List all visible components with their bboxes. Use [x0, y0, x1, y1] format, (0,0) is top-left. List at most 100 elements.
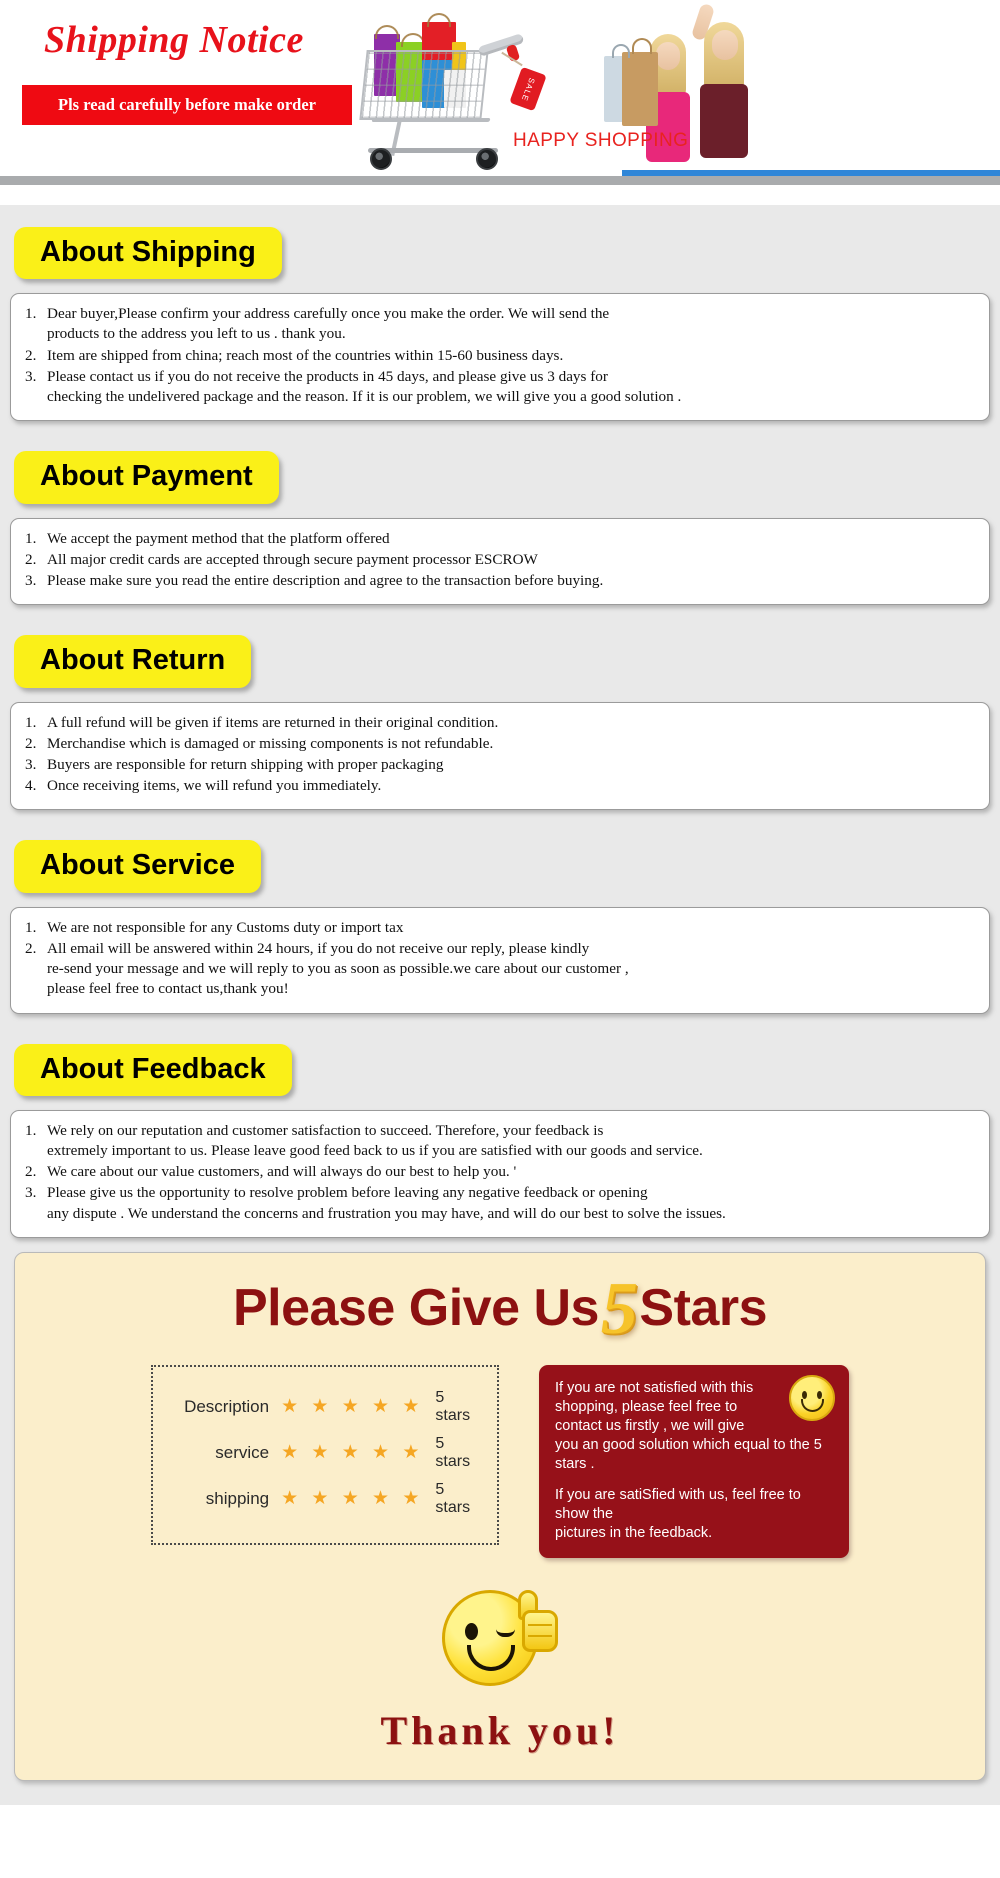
section-about-return: About Return 1. A full refund will be giv… — [0, 613, 1000, 811]
list-item: 2. We care about our value customers, and… — [25, 1162, 975, 1182]
list-number: 1. — [25, 713, 37, 731]
list-item: 2. All email will be answered within 24 h… — [25, 939, 975, 1000]
cart-wheel-right — [476, 148, 498, 170]
list-text: Please contact us if you do not receive … — [47, 367, 682, 406]
list-text: We accept the payment method that the pl… — [47, 529, 390, 547]
list-item: 2. All major credit cards are accepted th… — [25, 550, 975, 570]
list-number: 2. — [25, 550, 37, 568]
list-text: Buyers are responsible for return shippi… — [47, 755, 444, 773]
gray-divider-bar — [0, 176, 1000, 185]
sale-tag-icon: SALE — [509, 66, 547, 112]
cart-wheel-left — [370, 148, 392, 170]
list-number: 3. — [25, 367, 37, 385]
cart-basket — [359, 50, 489, 120]
shipping-notice-page: Shipping Notice Pls read carefully befor… — [0, 0, 1000, 1805]
list-text: Dear buyer,Please confirm your address c… — [47, 305, 610, 343]
list-text: Please give us the opportunity to resolv… — [47, 1184, 726, 1222]
rating-row-shipping: shipping ★ ★ ★ ★ ★ 5 stars — [171, 1481, 479, 1517]
list-number: 2. — [25, 346, 37, 364]
ratings-and-notice-row: Description ★ ★ ★ ★ ★ 5 stars service ★ … — [15, 1364, 985, 1558]
card-about-shipping: 1. Dear buyer,Please confirm your address… — [10, 293, 990, 422]
list-item: 3. Please make sure you read the entire d… — [25, 571, 975, 591]
heading-about-feedback: About Feedback — [14, 1043, 292, 1096]
list-text: We are not responsible for any Customs d… — [47, 918, 404, 936]
heading-about-payment: About Payment — [14, 451, 279, 504]
shopping-cart-icon: SALE — [359, 8, 560, 178]
list-text: We rely on our reputation and customer s… — [47, 1121, 703, 1159]
list-item: 1. We are not responsible for any Customs… — [25, 918, 975, 938]
paper-bag-blue-handle — [612, 44, 630, 58]
section-about-shipping: About Shipping 1. Dear buyer,Please confi… — [0, 205, 1000, 422]
list-item: 2. Item are shipped from china; reach mos… — [25, 346, 975, 366]
star-rating-icon: ★ ★ ★ ★ ★ — [281, 1442, 424, 1464]
list-item: 1. Dear buyer,Please confirm your address… — [25, 304, 975, 344]
card-about-return: 1. A full refund will be given if items a… — [10, 701, 990, 811]
list-about-payment: 1. We accept the payment method that the … — [25, 529, 975, 592]
star-rating-icon: ★ ★ ★ ★ ★ — [281, 1488, 424, 1510]
list-text: Item are shipped from china; reach most … — [47, 346, 564, 364]
list-about-feedback: 1. We rely on our reputation and customer… — [25, 1121, 975, 1224]
list-number: 2. — [25, 939, 37, 957]
list-number: 1. — [25, 918, 37, 936]
list-item: 1. We rely on our reputation and customer… — [25, 1121, 975, 1161]
rating-value: 5 stars — [435, 1388, 471, 1424]
section-about-feedback: About Feedback 1. We rely on our reputati… — [0, 1022, 1000, 1238]
list-item: 2. Merchandise which is damaged or missin… — [25, 734, 975, 754]
list-number: 1. — [25, 305, 37, 323]
rating-label: service — [215, 1442, 270, 1462]
list-item: 3. Please give us the opportunity to reso… — [25, 1183, 975, 1223]
satisfaction-notice-box: If you are not satisfied with this shopp… — [539, 1364, 849, 1558]
paper-bag-brown — [622, 52, 658, 126]
headline-before-text: Please Give Us — [233, 1278, 599, 1337]
list-number: 2. — [25, 1163, 37, 1181]
thank-you-block: Thank you! — [15, 1584, 985, 1754]
list-number: 3. — [25, 755, 37, 773]
cart-frame — [371, 118, 491, 122]
smiley-face-icon — [789, 1374, 835, 1421]
shopper-face-right — [712, 30, 738, 60]
list-text: All email will be answered within 24 hou… — [47, 939, 629, 998]
happy-shopping-label: HAPPY SHOPPING — [513, 130, 689, 151]
sale-tag-label: SALE — [519, 75, 537, 103]
notice-paragraph-2: If you are satiSfied with us, feel free … — [555, 1487, 801, 1542]
list-item: 4. Once receiving items, we will refund y… — [25, 776, 975, 796]
list-about-service: 1. We are not responsible for any Customs… — [25, 918, 975, 1000]
list-item: 1. A full refund will be given if items a… — [25, 713, 975, 733]
thumbs-up-hand-icon — [516, 1589, 562, 1652]
headline-after-text: Stars — [639, 1278, 767, 1337]
list-number: 1. — [25, 529, 37, 547]
ratings-box: Description ★ ★ ★ ★ ★ 5 stars service ★ … — [151, 1364, 499, 1545]
section-about-payment: About Payment 1. We accept the payment me… — [0, 429, 1000, 606]
five-stars-panel: Please Give Us5Stars Description ★ ★ ★ ★… — [14, 1251, 986, 1781]
list-about-return: 1. A full refund will be given if items a… — [25, 713, 975, 797]
shopper-face-left — [656, 42, 680, 70]
list-item: 1. We accept the payment method that the … — [25, 529, 975, 549]
headline-number-five: 5 — [600, 1267, 638, 1350]
thank-you-text: Thank you! — [380, 1707, 620, 1753]
page-title: Shipping Notice — [44, 19, 304, 61]
list-item: 3. Please contact us if you do not receiv… — [25, 367, 975, 407]
list-number: 2. — [25, 734, 37, 752]
list-text: Once receiving items, we will refund you… — [47, 777, 382, 795]
rating-value: 5 stars — [435, 1434, 471, 1470]
rating-row-service: service ★ ★ ★ ★ ★ 5 stars — [171, 1435, 479, 1471]
winking-thumbs-up-icon — [442, 1584, 558, 1696]
rating-row-description: Description ★ ★ ★ ★ ★ 5 stars — [171, 1389, 479, 1425]
list-number: 1. — [25, 1121, 37, 1139]
heading-about-shipping: About Shipping — [14, 227, 282, 280]
rating-label: Description — [184, 1396, 270, 1416]
list-number: 3. — [25, 1184, 37, 1202]
list-text: All major credit cards are accepted thro… — [47, 550, 538, 568]
card-about-payment: 1. We accept the payment method that the … — [10, 517, 990, 606]
list-text: Please make sure you read the entire des… — [47, 572, 604, 590]
list-text: Merchandise which is damaged or missing … — [47, 734, 494, 752]
shopper-dress-right — [700, 84, 748, 158]
star-rating-icon: ★ ★ ★ ★ ★ — [281, 1396, 424, 1418]
heading-about-return: About Return — [14, 635, 252, 688]
rating-value: 5 stars — [435, 1480, 471, 1516]
notice-content: About Shipping 1. Dear buyer,Please confi… — [0, 205, 1000, 1805]
list-text: A full refund will be given if items are… — [47, 713, 499, 731]
heading-about-service: About Service — [14, 840, 261, 893]
section-about-service: About Service 1. We are not responsible f… — [0, 818, 1000, 1014]
give-us-five-stars-headline: Please Give Us5Stars — [15, 1267, 985, 1350]
